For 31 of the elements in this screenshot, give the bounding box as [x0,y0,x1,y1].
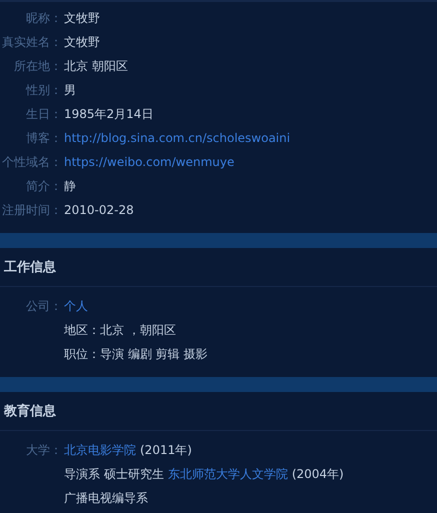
value-text: 男 [64,82,76,98]
link[interactable]: 个人 [64,298,88,314]
field-label: 注册时间： [1,202,62,218]
value-text: 2010-02-28 [64,203,134,217]
value-text: 职位：导演 编剧 剪辑 摄影 [64,346,208,362]
field-label: 个性域名： [1,154,62,170]
value-text: 文牧野 [64,34,100,50]
value-text: 文牧野 [64,10,100,26]
field-label: 大学： [25,442,62,458]
value-text: 静 [64,178,76,194]
field-label: 简介： [25,178,62,194]
link[interactable]: 北京电影学院 [64,442,136,458]
section-title: 教育信息 [4,402,56,420]
field-label: 性别： [24,82,62,98]
field-label: 所在地： [13,58,62,74]
value-text: (2011年) [140,442,192,458]
value-text: (2004年) [292,466,344,482]
value-text: 1985年2月14日 [64,106,154,122]
value-text: 地区：北京 ，朝阳区 [64,322,176,338]
field-label: 昵称： [25,10,62,26]
link[interactable]: http://blog.sina.com.cn/scholeswoaini [64,131,290,145]
value-text: 导演系 硕士研究生 [64,466,164,482]
field-label: 真实姓名： [1,34,62,50]
field-label: 公司： [25,298,62,314]
link[interactable]: https://weibo.com/wenmuye [64,155,234,169]
field-label: 博客： [25,130,62,146]
value-text: 广播电视编导系 [64,490,148,506]
section-title: 工作信息 [4,259,56,276]
value-text: 北京 朝阳区 [64,58,128,74]
link[interactable]: 东北师范大学人文学院 [168,466,288,482]
field-label: 生日： [25,106,62,122]
